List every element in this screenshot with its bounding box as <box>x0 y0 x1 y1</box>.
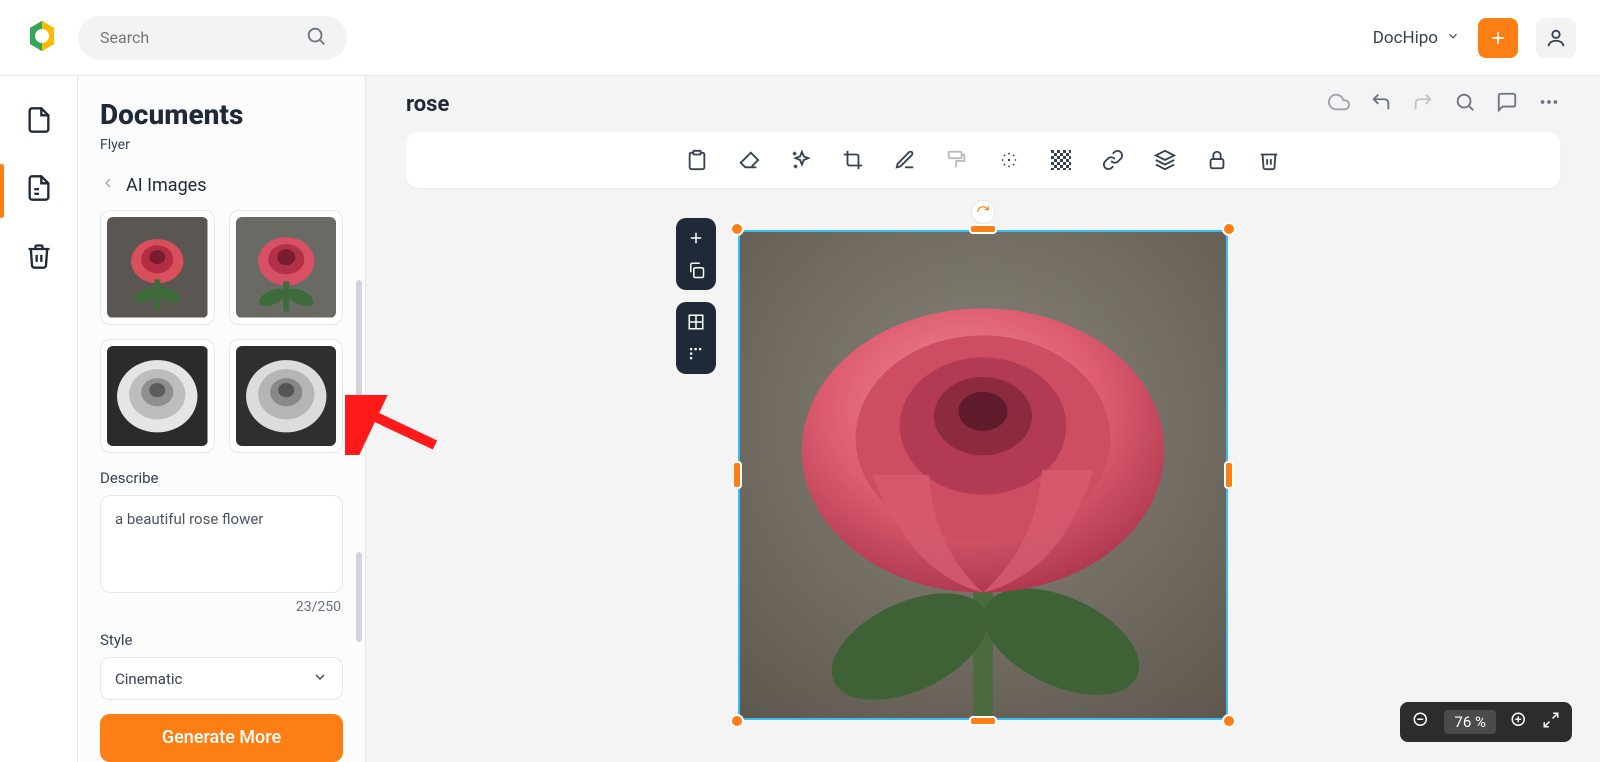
zoom-bar: 76 % <box>1400 702 1572 742</box>
redo-icon[interactable] <box>1412 91 1434 117</box>
grid-icon[interactable] <box>684 310 708 334</box>
style-select[interactable]: Cinematic <box>100 657 343 699</box>
topbar: DocHipo <box>0 0 1600 76</box>
ai-image-thumb-2[interactable] <box>229 210 344 325</box>
crumb-label: AI Images <box>126 175 207 196</box>
resize-handle-br[interactable] <box>1222 714 1236 728</box>
layers-icon[interactable] <box>1152 147 1178 173</box>
panel-subtitle: Flyer <box>100 137 343 153</box>
resize-handle-tl[interactable] <box>730 222 744 236</box>
chevron-down-icon <box>1446 28 1460 48</box>
resize-edge-left[interactable] <box>732 461 742 489</box>
describe-label: Describe <box>100 469 343 487</box>
add-page-icon[interactable] <box>684 226 708 250</box>
chevron-down-icon <box>312 669 328 689</box>
panel-scrollbar2[interactable] <box>356 552 362 642</box>
document-title[interactable]: rose <box>406 92 449 117</box>
selected-image[interactable] <box>738 230 1228 720</box>
comment-icon[interactable] <box>1496 91 1518 117</box>
crop-icon[interactable] <box>840 147 866 173</box>
zoom-value[interactable]: 76 % <box>1444 710 1496 734</box>
style-label: Style <box>100 631 343 649</box>
lock-icon[interactable] <box>1204 147 1230 173</box>
rotate-handle[interactable] <box>971 200 995 224</box>
more-icon[interactable] <box>1538 91 1560 117</box>
workarea: rose <box>366 76 1600 762</box>
describe-input[interactable] <box>100 495 343 593</box>
context-toolbar <box>406 132 1560 188</box>
resize-handle-tr[interactable] <box>1222 222 1236 236</box>
duplicate-icon[interactable] <box>684 258 708 282</box>
left-rail <box>0 76 78 762</box>
style-value: Cinematic <box>115 670 182 688</box>
search-icon <box>305 25 327 51</box>
link-icon[interactable] <box>1100 147 1126 173</box>
undo-icon[interactable] <box>1370 91 1392 117</box>
fullscreen-icon[interactable] <box>1542 711 1560 733</box>
ai-image-thumb-4[interactable] <box>229 339 344 454</box>
format-paint-icon[interactable] <box>944 147 970 173</box>
search-canvas-icon[interactable] <box>1454 91 1476 117</box>
rail-page-icon[interactable] <box>17 98 61 142</box>
transparency-icon[interactable] <box>1048 147 1074 173</box>
workspace-dropdown[interactable]: DocHipo <box>1373 28 1460 48</box>
cloud-sync-icon[interactable] <box>1328 91 1350 117</box>
zoom-out-icon[interactable] <box>1412 711 1430 733</box>
logo[interactable] <box>24 18 60 58</box>
ai-image-thumb-3[interactable] <box>100 339 215 454</box>
ai-images-back[interactable]: AI Images <box>100 175 343 196</box>
resize-edge-right[interactable] <box>1224 461 1234 489</box>
rail-trash-icon[interactable] <box>17 234 61 278</box>
panel-title: Documents <box>100 98 343 131</box>
panel-scrollbar[interactable] <box>356 280 362 450</box>
sparkle-icon[interactable] <box>996 147 1022 173</box>
resize-edge-top[interactable] <box>969 224 997 234</box>
edit-icon[interactable] <box>892 147 918 173</box>
zoom-in-icon[interactable] <box>1510 711 1528 733</box>
magic-icon[interactable] <box>788 147 814 173</box>
eraser-icon[interactable] <box>736 147 762 173</box>
clipboard-icon[interactable] <box>684 147 710 173</box>
ai-image-thumb-1[interactable] <box>100 210 215 325</box>
search-field[interactable] <box>78 16 347 60</box>
describe-counter: 23/250 <box>296 599 341 615</box>
search-input[interactable] <box>98 27 305 48</box>
resize-handle-bl[interactable] <box>730 714 744 728</box>
snap-icon[interactable] <box>684 342 708 366</box>
generate-more-button[interactable]: Generate More <box>100 714 343 762</box>
account-button[interactable] <box>1536 18 1576 58</box>
delete-icon[interactable] <box>1256 147 1282 173</box>
chevron-left-icon <box>100 175 116 196</box>
resize-edge-bottom[interactable] <box>969 716 997 726</box>
rail-document-icon[interactable] <box>17 166 61 210</box>
side-panel: Documents Flyer AI Images <box>78 76 366 762</box>
new-document-button[interactable] <box>1478 18 1518 58</box>
workspace-label: DocHipo <box>1373 28 1438 48</box>
floating-tools <box>676 218 716 374</box>
